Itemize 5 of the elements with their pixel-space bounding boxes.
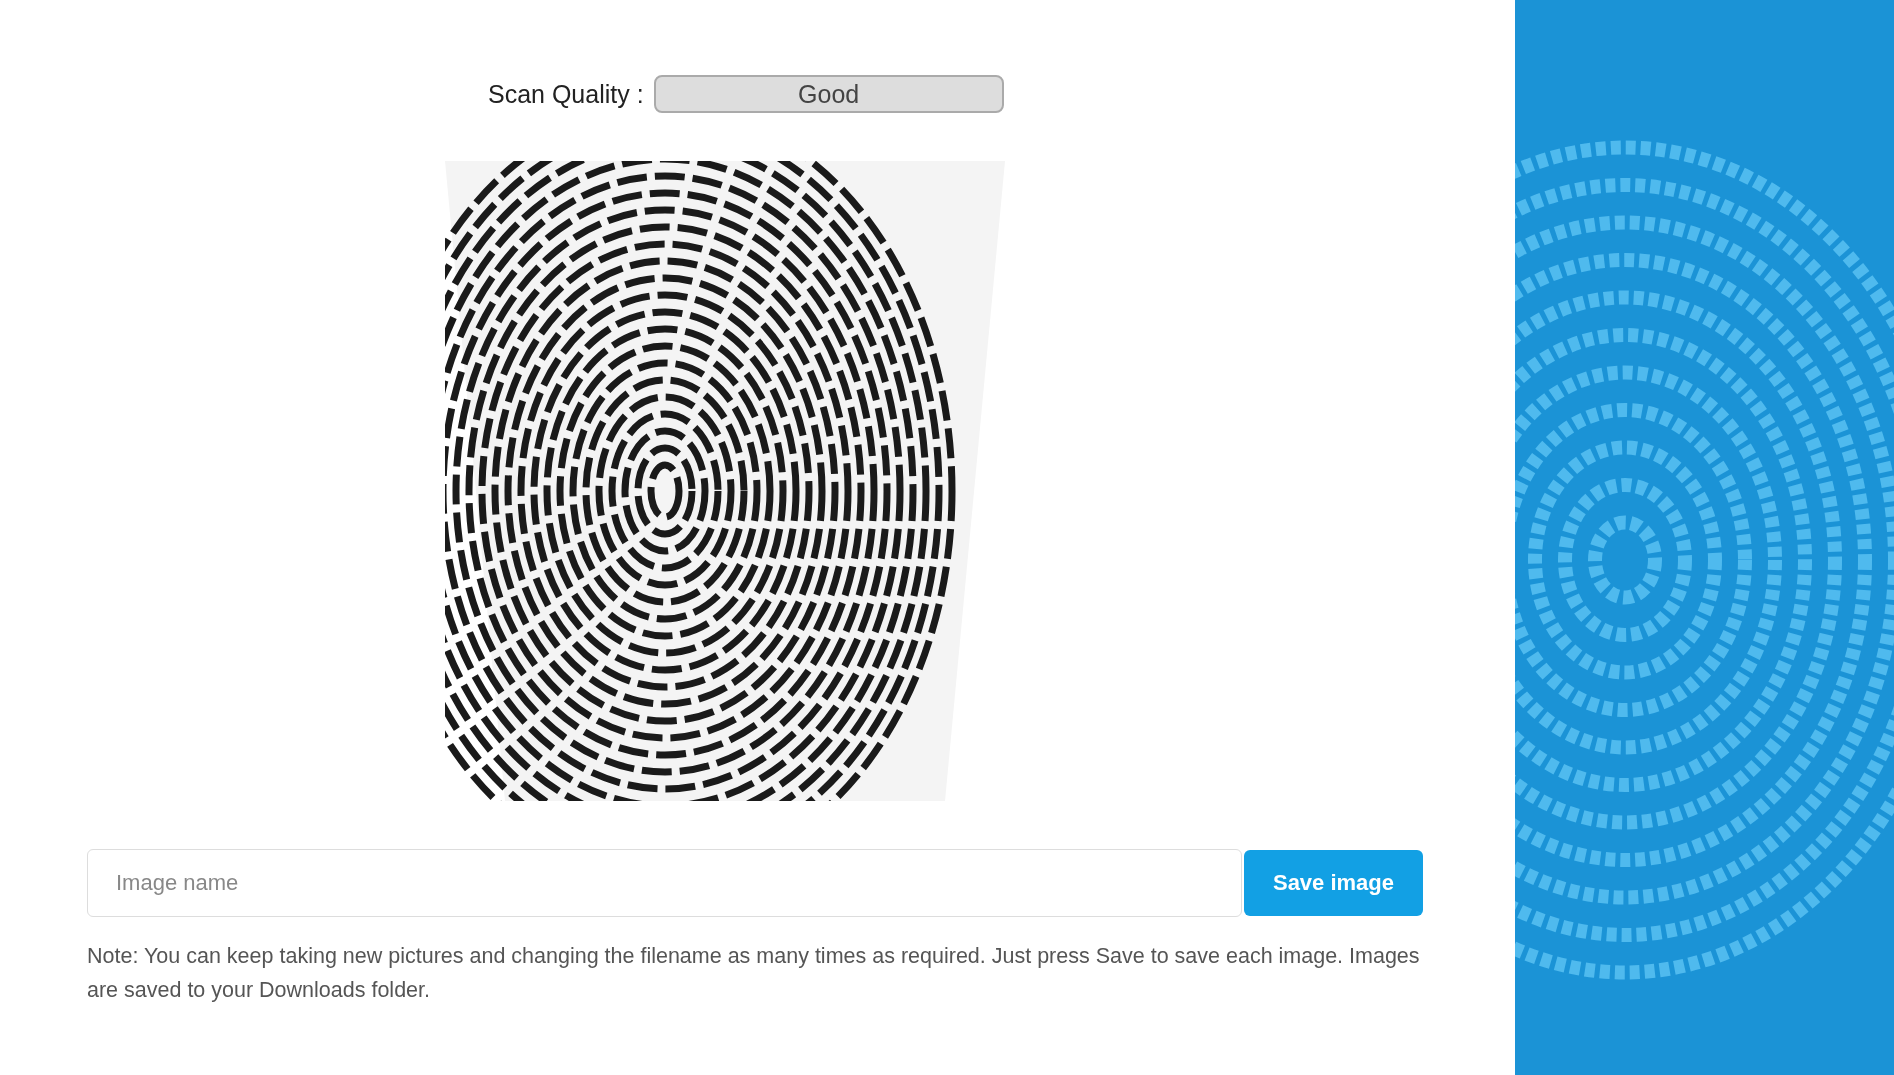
scan-quality-label: Scan Quality : [488, 79, 644, 109]
scan-quality-value: Good [653, 75, 1004, 113]
image-name-field[interactable]: Image name [87, 849, 1242, 917]
save-image-button[interactable]: Save image [1244, 850, 1423, 916]
note-text: Note: You can keep taking new pictures and changing the filename as many times as required. Just press Save to save each image. Images are saved to your Downloads folder. [87, 943, 1421, 1004]
